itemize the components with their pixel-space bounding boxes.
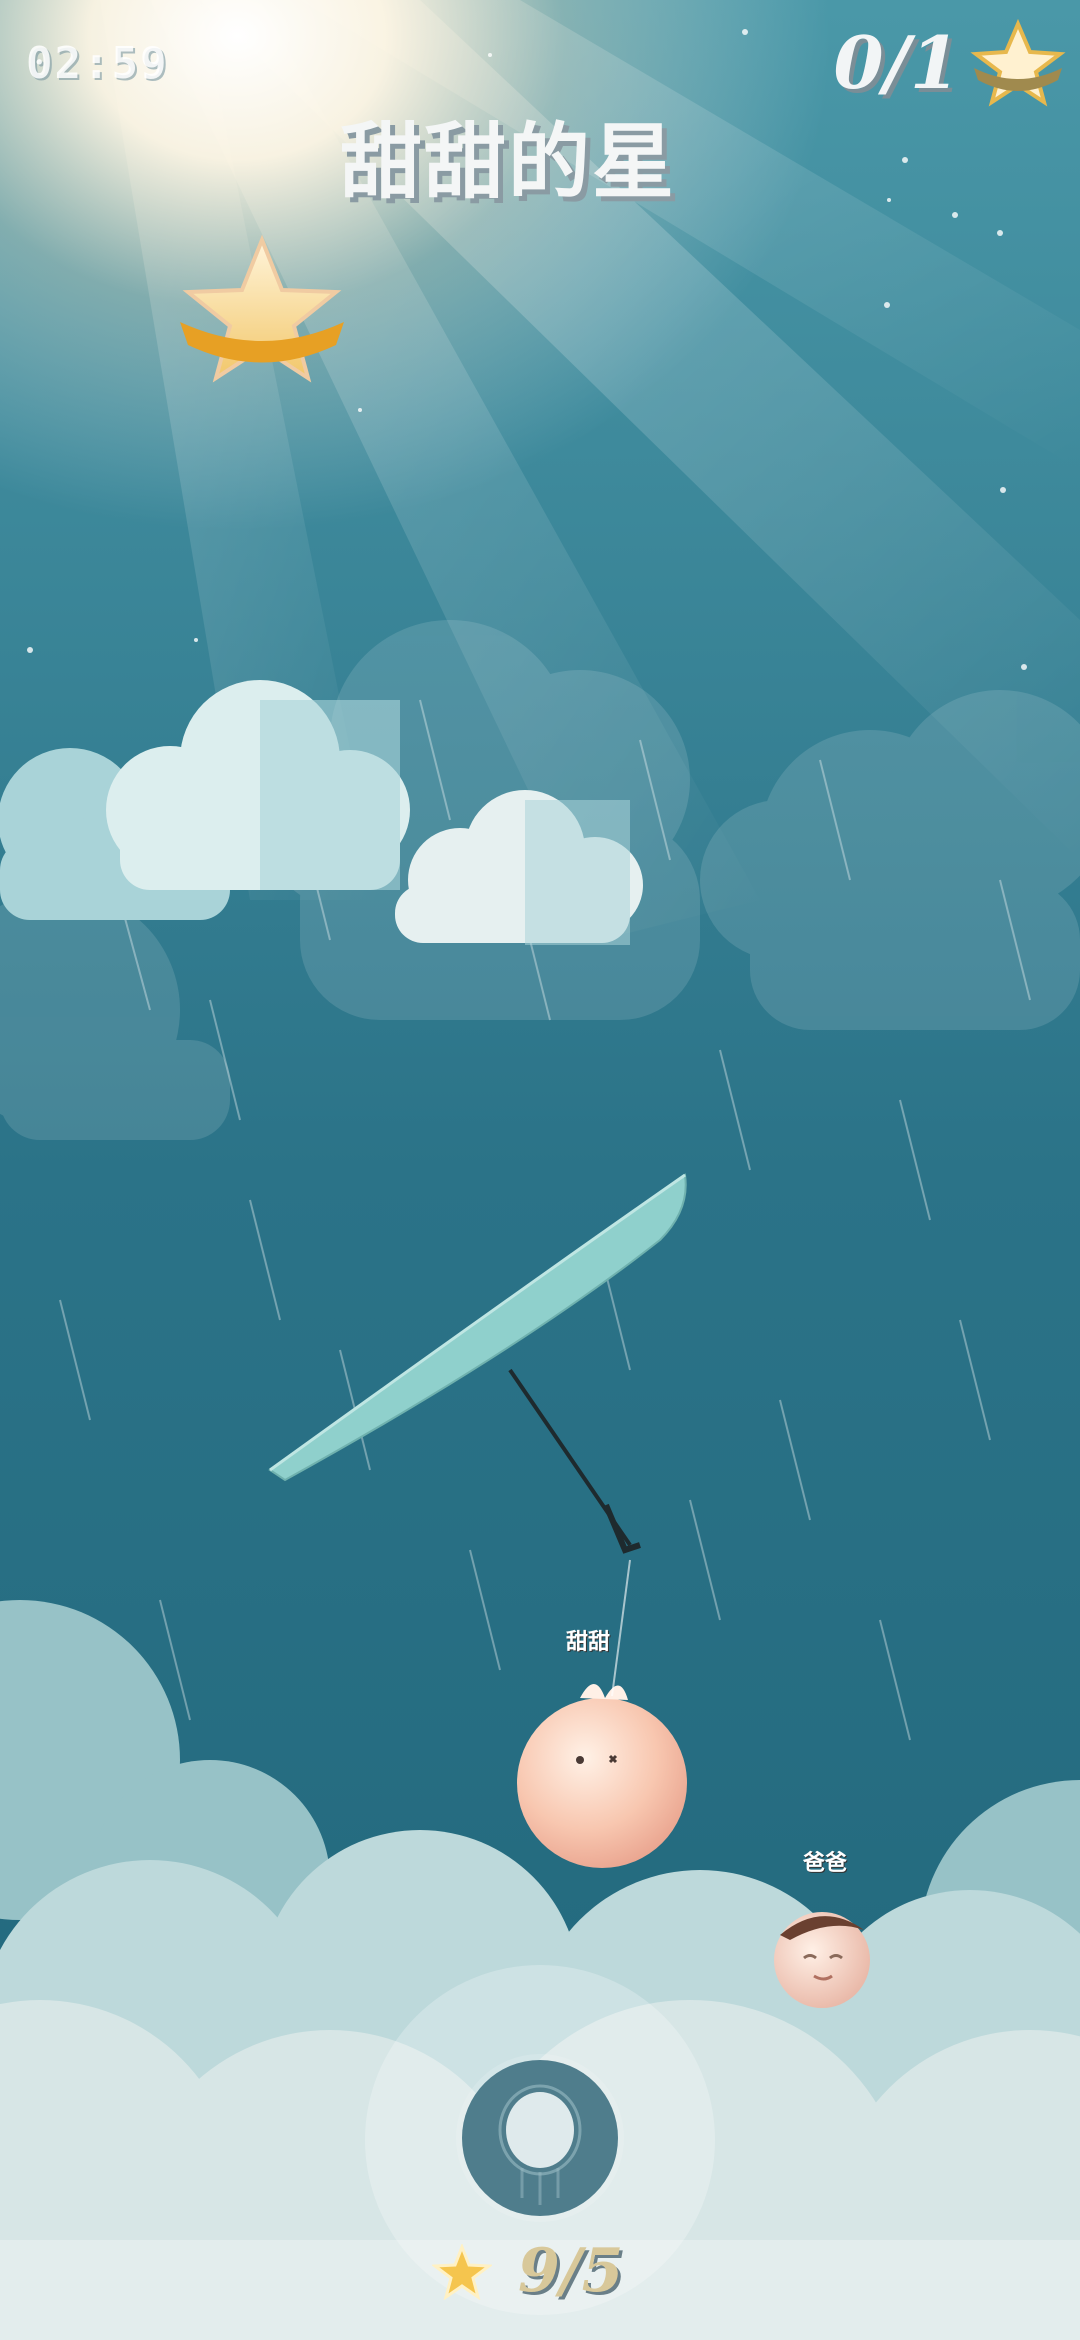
star-icon	[432, 2244, 492, 2300]
level-title: 甜甜的星	[340, 115, 677, 210]
timer-display: 02:59	[26, 38, 169, 89]
drop-button[interactable]	[462, 2060, 618, 2216]
stars-collected-counter: 0/1	[833, 20, 961, 105]
tiantian-label: 甜甜	[566, 1630, 611, 1655]
game-scene	[0, 0, 1080, 2340]
moves-text: 9/5	[518, 2236, 624, 2306]
star-icon	[970, 18, 1066, 107]
baba-label: 爸爸	[803, 1851, 848, 1876]
baba-character	[774, 1912, 870, 2008]
drop-button-icon	[498, 2084, 582, 2205]
